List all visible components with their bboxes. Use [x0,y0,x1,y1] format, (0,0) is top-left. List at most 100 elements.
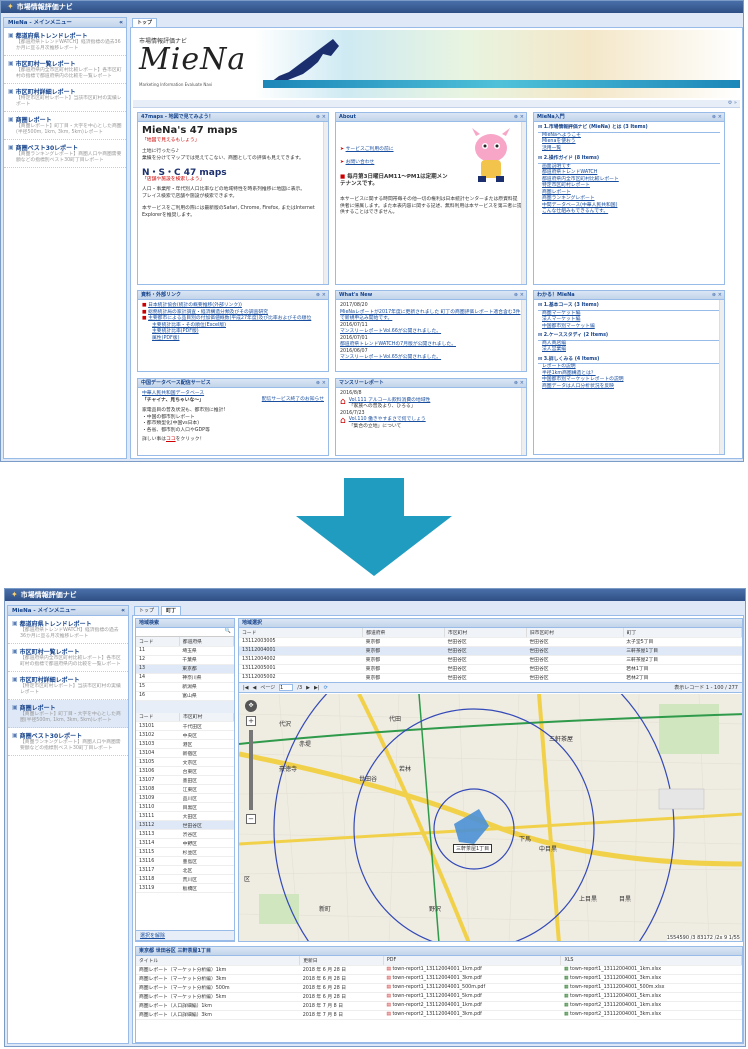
column-header[interactable]: 旧市区町村 [526,628,624,638]
link-before-use[interactable]: サービスご利用の前に [346,147,394,152]
result-row[interactable]: 商圏レポート（マーケット分析編）1km 2018 年 6 月 28 日 ▤ town… [136,965,742,975]
monthly-entry[interactable]: ⌂ Vol.110 働きやすまさで何でしょう 「集合の立地」について [340,417,522,430]
result-xls[interactable]: ▦ town-report2_13112004001_1km.xlsx [560,1001,742,1011]
sidebar-menu-item[interactable]: ▣ 都道府県トレンドレポート 【都道府県トレンドWATCH】経済指標の過去36か月に… [4,28,126,56]
list-link[interactable]: こんな仕組みもできるんです。 [542,209,720,216]
city-row[interactable]: 13116 豊島区 [136,856,234,866]
city-row[interactable]: 13110 目黒区 [136,802,234,812]
result-xls[interactable]: ▦ town-report1_13112004001_500m.xlsx [560,983,742,993]
pref-row[interactable]: 13 東京都 [136,664,234,674]
first-page-icon[interactable]: |◀ [243,685,249,691]
result-pdf[interactable]: ▤ town-report1_13112004001_5km.pdf [383,992,561,1002]
news-link[interactable]: MieNaレポートが2017年度に更新されました 町丁の商圏評価レポート適合含む… [340,310,522,323]
pdf-link[interactable]: town-report2_13112004001_1km.pdf [392,1003,481,1008]
result-row[interactable]: 商圏レポート（マーケット分析編）500m 2018 年 6 月 28 日 ▤ tow… [136,983,742,993]
pan-control-icon[interactable]: ✥ [245,700,257,712]
result-row[interactable]: 商圏レポート（マーケット分析編）3km 2018 年 6 月 28 日 ▤ town… [136,974,742,984]
sidebar-menu-item[interactable]: ▣ 都道府県トレンドレポート 【都道府県トレンドWATCH】経済指標の過去36か月に… [8,616,128,644]
clear-selection-button[interactable]: 選択を解除 [140,932,165,939]
city-row[interactable]: 13106 台東区 [136,766,234,776]
area-row[interactable]: 13112005001 東京都 世田谷区 世田谷区 若林1丁目 [239,664,742,674]
area-row[interactable]: 13112004001 東京都 世田谷区 世田谷区 三軒茶屋1丁目 [239,646,742,656]
sidebar-menu-item[interactable]: ▣ 商圏レポート 【商圏レポート】町丁目・大字を中心とした商圏(半径500m, 1k… [8,700,128,728]
pdf-link[interactable]: town-report1_13112004001_500m.pdf [392,985,485,990]
portlet-scrollbar[interactable] [521,122,526,284]
portlet-tools-icon[interactable]: ⊕ × [712,291,722,300]
portlet-tools-icon[interactable]: ⊕ × [712,113,722,122]
area-row[interactable]: 13112004002 東京都 世田谷区 世田谷区 三軒茶屋2丁目 [239,655,742,665]
list-link[interactable]: 商圏データは人口分析状況を反映 [542,384,720,391]
link-contact[interactable]: お問い合わせ [346,160,375,165]
portlet-tools-icon[interactable]: ⊕ × [316,113,326,122]
next-page-icon[interactable]: ▶ [306,685,310,691]
column-header[interactable]: コード [136,637,180,647]
city-row[interactable]: 13117 北区 [136,865,234,875]
city-row[interactable]: 13107 墨田区 [136,775,234,785]
result-xls[interactable]: ▦ town-report2_13112004001_3km.xlsx [560,1010,742,1020]
pref-row[interactable]: 11 埼玉県 [136,646,234,656]
result-pdf[interactable]: ▤ town-report1_13112004001_500m.pdf [383,983,561,993]
city-row[interactable]: 13101 千代田区 [136,721,234,731]
column-header[interactable]: コード [136,712,181,722]
column-header[interactable]: PDF [383,956,562,966]
city-row[interactable]: 13102 中央区 [136,730,234,740]
portlet-tools-icon[interactable]: ⊕ × [316,379,326,388]
result-pdf[interactable]: ▤ town-report2_13112004001_3km.pdf [383,1010,561,1020]
pdf-link[interactable]: town-report1_13112004001_5km.pdf [392,994,481,999]
column-header[interactable]: 市区町村 [179,712,234,722]
xls-link[interactable]: town-report2_13112004001_3km.xlsx [570,1012,661,1017]
portlet-scrollbar[interactable] [323,122,328,284]
column-header[interactable]: 市区町村 [444,628,527,638]
pref-row[interactable]: 12 千葉県 [136,655,234,665]
portlet-tools-icon[interactable]: ⊕ × [514,291,524,300]
result-xls[interactable]: ▦ town-report1_13112004001_5km.xlsx [560,992,742,1002]
page-input[interactable] [279,684,294,691]
xls-link[interactable]: town-report1_13112004001_1km.xlsx [570,967,661,972]
last-page-icon[interactable]: ▶| [314,685,320,691]
sidebar-menu-item[interactable]: ▣ 商圏ベスト30レポート 【商圏ランキングレポート】商圏人口や商圏需要額などの指標… [4,140,126,168]
xls-link[interactable]: town-report1_13112004001_3km.xlsx [570,976,661,981]
result-row[interactable]: 商圏レポート（人口詳細編）1km 2018 年 7 月 8 日 ▤ town-rep… [136,1001,742,1011]
result-row[interactable]: 商圏レポート（人口詳細編）3km 2018 年 7 月 8 日 ▤ town-rep… [136,1010,742,1020]
sidebar-menu-item[interactable]: ▣ 商圏レポート 【商圏レポート】町丁目・大字を中心とした商圏(半径500m, 1k… [4,112,126,140]
city-row[interactable]: 13115 杉並区 [136,847,234,857]
column-header[interactable]: コード [239,628,364,638]
city-row[interactable]: 13105 文京区 [136,757,234,767]
monthly-entry[interactable]: ⌂ Vol.111 アルコール飲料消費の地域性 「家族への普及より、ひろる」 [340,397,522,411]
column-header[interactable]: 町丁 [623,628,742,638]
pdf-link[interactable]: town-report1_13112004001_3km.pdf [392,976,481,981]
zoom-out-icon[interactable]: − [246,814,256,824]
area-row[interactable]: 13112005002 東京都 世田谷区 世田谷区 若林2丁目 [239,673,742,683]
result-pdf[interactable]: ▤ town-report2_13112004001_1km.pdf [383,1001,561,1011]
link-here[interactable]: ココ [166,437,176,442]
result-xls[interactable]: ▦ town-report1_13112004001_1km.xlsx [560,965,742,975]
pref-row[interactable]: 15 新潟県 [136,682,234,692]
zoom-in-icon[interactable]: + [246,716,256,726]
sidebar-menu-item[interactable]: ▣ 市区町村詳細レポート 【特定市区町村レポート】当該市区町村の実績レポート [8,672,128,700]
pref-row[interactable]: 14 神奈川県 [136,673,234,683]
city-row[interactable]: 13103 港区 [136,739,234,749]
portlet-scrollbar[interactable] [521,388,526,455]
pdf-link[interactable]: town-report2_13112004001_3km.pdf [392,1012,481,1017]
monthly-link[interactable]: Vol.110 働きやすまさで何でしょう [349,417,426,424]
xls-link[interactable]: town-report1_13112004001_500m.xlsx [570,985,664,990]
sidebar-menu-item[interactable]: ▣ 市区町村一覧レポート 【都道府県内全市区町村比較レポート】各市区町村の指標で都道… [4,56,126,84]
portlet-scrollbar[interactable] [719,300,724,454]
tab-top[interactable]: トップ [134,606,160,615]
city-row[interactable]: 13119 板橋区 [136,883,234,893]
tab-town[interactable]: 町丁 [161,606,182,615]
link-service-end[interactable]: 配信サービス終了のお知らせ [262,397,324,404]
city-row[interactable]: 13113 渋谷区 [136,829,234,839]
area-row[interactable]: 13112003005 東京都 世田谷区 世田谷区 太子堂5丁目 [239,637,742,647]
map-view[interactable]: 三軒茶屋1丁目 代沢 代田 赤堤 若林 豪徳寺 世田谷 三軒茶屋 下馬 中目黒 上目黒 目黒 野沢 新町… [239,694,742,941]
city-row[interactable]: 13118 荒川区 [136,874,234,884]
xls-link[interactable]: town-report2_13112004001_1km.xlsx [570,1003,661,1008]
list-link[interactable]: 中国都市別マーケット編 [542,324,720,331]
portlet-tools-icon[interactable]: ⊕ × [514,379,524,388]
prev-page-icon[interactable]: ◀ [253,685,257,691]
city-row[interactable]: 13112 世田谷区 [136,820,234,830]
sidebar-menu-item[interactable]: ▣ 商圏ベスト30レポート 【商圏ランキングレポート】商圏人口や商圏需要額などの指標… [8,728,128,756]
result-pdf[interactable]: ▤ town-report1_13112004001_1km.pdf [383,965,561,975]
news-link[interactable]: マンスリーレポートVol.65が公開されました。 [340,355,522,362]
city-row[interactable]: 13114 中野区 [136,838,234,848]
